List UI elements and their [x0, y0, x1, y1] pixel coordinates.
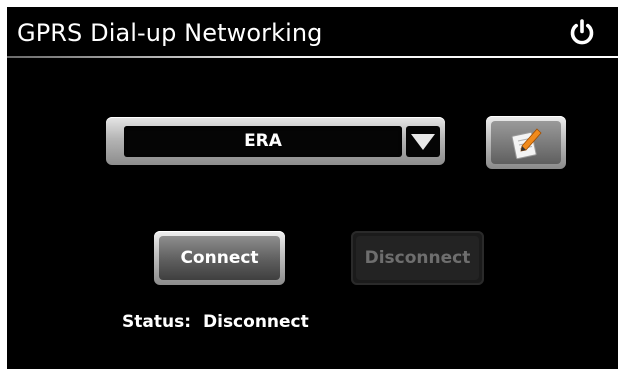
- power-button[interactable]: [567, 17, 597, 47]
- profile-field[interactable]: ERA: [124, 126, 402, 157]
- dropdown-toggle[interactable]: [406, 126, 440, 157]
- chevron-down-icon: [411, 134, 435, 150]
- title-bar: GPRS Dial-up Networking: [7, 7, 618, 58]
- connect-button[interactable]: Connect: [154, 231, 285, 285]
- connect-button-label: Connect: [159, 236, 280, 280]
- status-value: Disconnect: [203, 312, 309, 332]
- profile-selected-value: ERA: [244, 131, 282, 151]
- dialup-screen: GPRS Dial-up Networking ERA Connect Disc…: [7, 7, 618, 369]
- edit-button-face: [491, 121, 561, 164]
- edit-profile-button[interactable]: [486, 116, 566, 169]
- profile-dropdown[interactable]: ERA: [106, 117, 445, 165]
- title-divider: [7, 56, 618, 58]
- power-icon: [570, 19, 594, 45]
- notepad-pencil-icon: [511, 128, 542, 160]
- page-title: GPRS Dial-up Networking: [17, 19, 323, 47]
- status-label: Status:: [122, 312, 191, 332]
- disconnect-button-label: Disconnect: [356, 236, 479, 280]
- disconnect-button[interactable]: Disconnect: [351, 231, 484, 285]
